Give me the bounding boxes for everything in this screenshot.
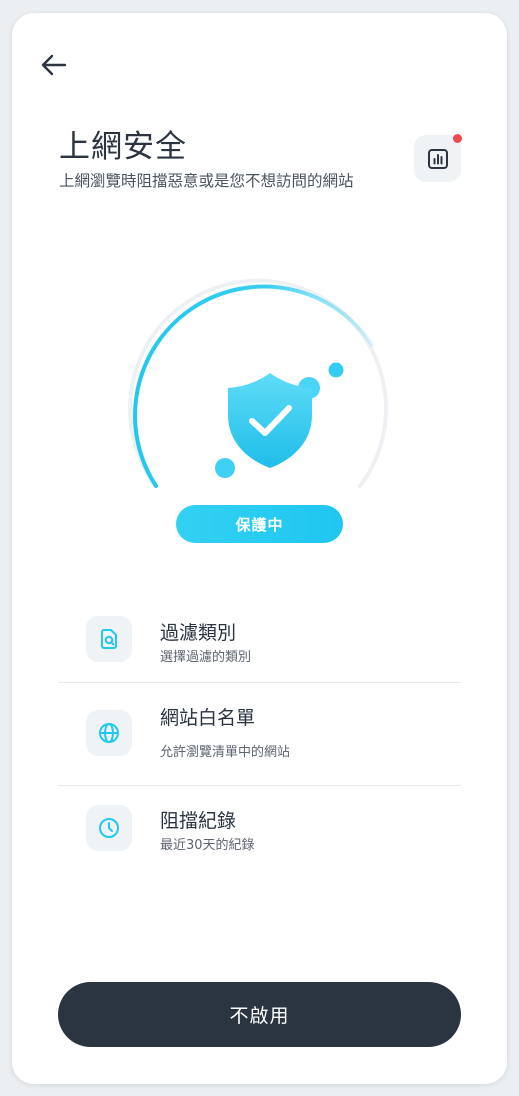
notification-dot — [453, 134, 462, 143]
status-badge: 保護中 — [176, 505, 343, 543]
disable-button[interactable]: 不啟用 — [58, 982, 461, 1047]
filter-document-icon — [101, 629, 117, 649]
menu-item-desc: 最近30天的紀錄 — [160, 838, 255, 853]
menu-item-block-log[interactable]: 阻擋紀錄 最近30天的紀錄 — [58, 803, 461, 863]
menu-item-label: 阻擋紀錄 — [160, 810, 237, 832]
app-screen: 上網安全 上網瀏覽時阻擋惡意或是您不想訪問的網站 保護中 過濾類別 選擇過濾的類… — [12, 13, 507, 1084]
menu-item-desc: 允許瀏覽清單中的網站 — [160, 745, 291, 760]
shield-check-icon — [228, 373, 312, 468]
clock-icon — [99, 818, 119, 838]
divider — [58, 785, 461, 786]
menu-item-label: 網站白名單 — [160, 707, 256, 729]
bar-chart-icon — [427, 148, 448, 169]
bubble-decoration — [328, 362, 344, 378]
protection-gauge — [122, 275, 397, 515]
globe-icon — [99, 723, 119, 743]
page-title: 上網安全 — [59, 129, 187, 165]
page-subtitle: 上網瀏覽時阻擋惡意或是您不想訪問的網站 — [59, 172, 354, 190]
menu-item-whitelist[interactable]: 網站白名單 允許瀏覽清單中的網站 — [58, 703, 461, 763]
menu-item-desc: 選擇過濾的類別 — [160, 650, 252, 665]
menu-icon-box — [86, 616, 132, 662]
arrow-left-icon — [41, 54, 67, 76]
menu-item-label: 過濾類別 — [160, 622, 237, 644]
back-button[interactable] — [38, 49, 70, 81]
menu-icon-box — [86, 805, 132, 851]
menu-item-filter-categories[interactable]: 過濾類別 選擇過濾的類別 — [58, 609, 461, 669]
divider — [58, 682, 461, 683]
bubble-decoration — [215, 458, 235, 478]
report-button[interactable] — [414, 134, 462, 182]
menu-icon-box — [86, 710, 132, 756]
